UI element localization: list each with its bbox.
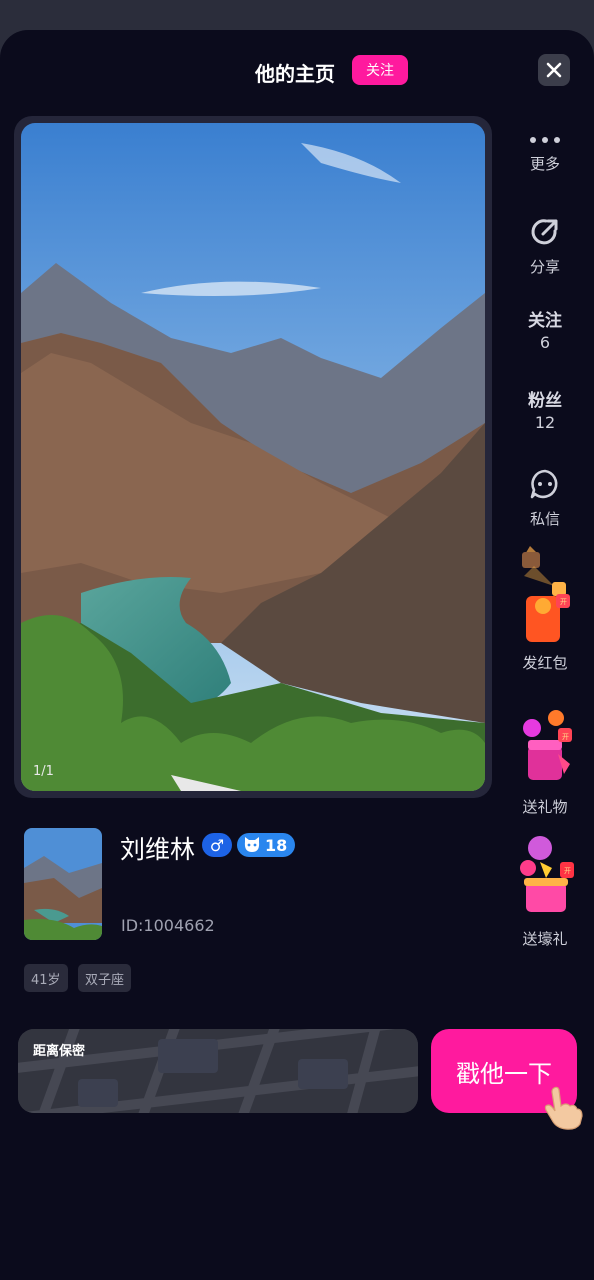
more-button[interactable]: 更多 — [500, 130, 590, 174]
photo-counter: 1/1 — [33, 764, 54, 779]
following-count: 6 — [539, 333, 551, 352]
level-badge: 18 — [237, 833, 295, 857]
fans-label: 粉丝 — [528, 391, 562, 411]
svg-text:开: 开 — [562, 733, 569, 741]
user-id: ID:1004662 — [121, 916, 215, 935]
share-icon — [531, 219, 558, 245]
pointing-hand-icon — [544, 1086, 583, 1130]
send-luxury-gift-button[interactable]: 开 送壕礼 — [500, 828, 590, 949]
fans-count: 12 — [534, 413, 556, 432]
send-luxury-gift-label: 送壕礼 — [522, 930, 568, 948]
avatar[interactable] — [24, 828, 102, 940]
age-tag: 41岁 — [24, 964, 68, 992]
share-label: 分享 — [529, 258, 560, 276]
zodiac-tag: 双子座 — [78, 964, 132, 992]
red-packet-label: 发红包 — [522, 654, 568, 672]
message-label: 私信 — [529, 510, 560, 528]
chat-bubble-icon — [530, 469, 558, 499]
photo-frame: 1/1 — [14, 116, 492, 798]
send-gift-button[interactable]: 开 送礼物 — [500, 698, 590, 817]
page-title: 他的主页 — [255, 62, 335, 86]
close-button[interactable] — [538, 54, 570, 86]
gift-icon: 开 — [523, 710, 572, 780]
send-gift-label: 送礼物 — [522, 798, 568, 816]
profile-photo[interactable]: 1/1 — [21, 123, 485, 791]
red-packet-button[interactable]: 开 发红包 — [500, 546, 590, 673]
red-packet-icon: 开 — [522, 546, 570, 642]
luxury-gift-icon: 开 — [520, 836, 574, 912]
fans-stat[interactable]: 粉丝 12 — [500, 386, 590, 432]
user-name: 刘维林 — [120, 835, 196, 864]
svg-text:开: 开 — [560, 598, 567, 606]
following-label: 关注 — [528, 311, 562, 331]
gender-male-badge: ♂ — [202, 833, 232, 857]
svg-text:开: 开 — [564, 867, 571, 875]
profile-sheet: 他的主页 关注 1/1 更多 分享 关注 6 粉丝 12 私信 开 发红包 开 … — [0, 30, 594, 1280]
distance-label: 距离保密 — [33, 1044, 86, 1059]
landscape-image — [21, 123, 485, 791]
cat-face-icon — [244, 837, 260, 852]
following-stat[interactable]: 关注 6 — [500, 306, 590, 352]
avatar-image — [24, 828, 102, 940]
more-label: 更多 — [529, 155, 560, 173]
follow-button[interactable]: 关注 — [352, 55, 408, 85]
level-number: 18 — [265, 835, 288, 855]
more-dots-icon — [530, 137, 560, 143]
distance-map-card[interactable]: 距离保密 — [18, 1029, 418, 1113]
message-button[interactable]: 私信 — [500, 468, 590, 529]
share-button[interactable]: 分享 — [500, 216, 590, 277]
close-icon — [546, 62, 562, 78]
